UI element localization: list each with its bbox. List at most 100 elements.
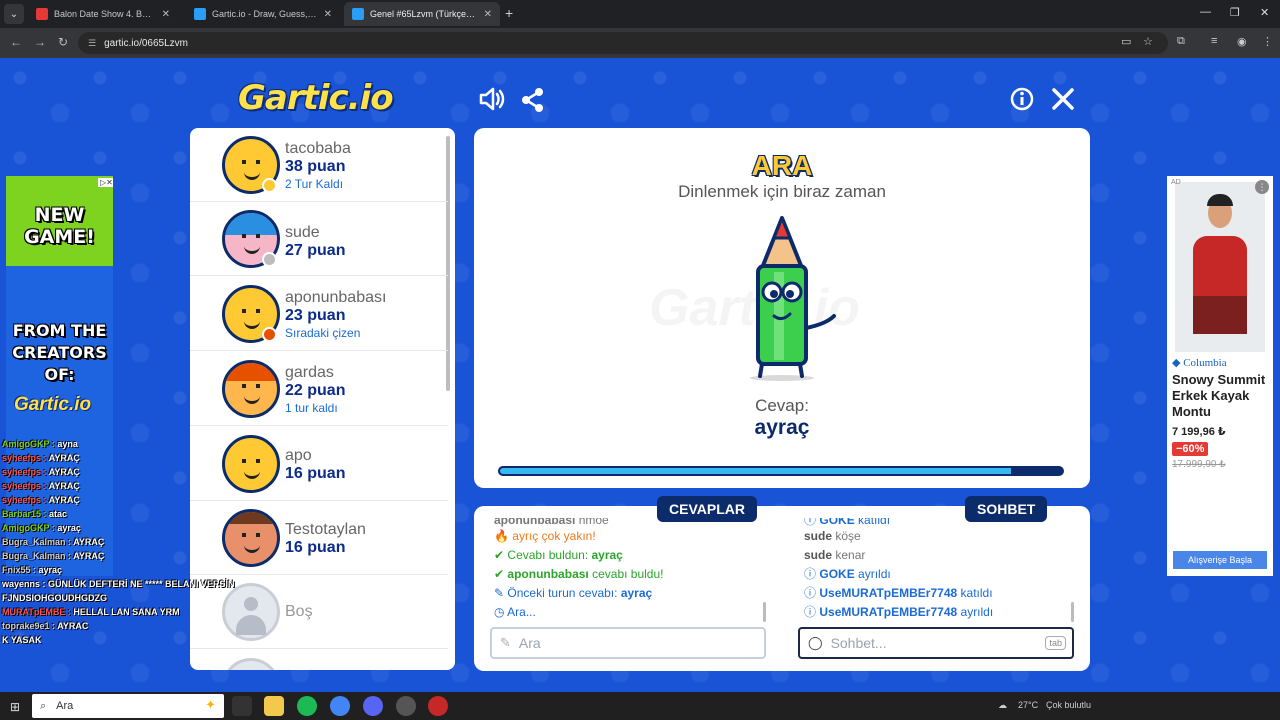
share-icon[interactable] [520, 87, 546, 120]
chat-scrollbar[interactable] [1071, 602, 1074, 622]
stream-chat-line: syheefps : AYRAÇ [2, 453, 80, 463]
close-tab-icon[interactable]: ✕ [324, 9, 332, 20]
browser-tab-strip: ⌄ Balon Date Show 4. Bölüm - Yo ✕ Gartic… [0, 0, 1280, 28]
pencil-mascot-icon [734, 216, 844, 386]
tab-search-icon[interactable]: ⌄ [4, 4, 24, 24]
info-small-icon: ⓘ [804, 518, 817, 527]
stream-chat-line: syheefps : AYRAÇ [2, 467, 80, 477]
list-item: 🔥 ayrıç çok yakın! [494, 529, 596, 543]
gartic-logo: Gartic.io [238, 78, 394, 118]
stage-title: ARA [751, 150, 813, 181]
player-row[interactable]: tacobaba 38 puan 2 Tur Kaldı [190, 128, 448, 202]
url-field[interactable]: ☰ gartic.io/0665Lzvm [78, 32, 1168, 54]
old-price: 17.999,90 ₺ [1172, 459, 1226, 470]
shop-button[interactable]: Alışverişe Başla [1173, 551, 1267, 569]
ad-label: AD [1171, 179, 1181, 186]
chat-bubble-icon: ◯ [808, 635, 823, 650]
discord-icon[interactable] [363, 696, 383, 716]
right-ad-banner[interactable]: AD ⋮ ◆ Columbia Snowy Summit Erkek Kayak… [1167, 176, 1273, 576]
ad-choices-icon[interactable]: ▷✕ [98, 178, 113, 187]
taskbar-search[interactable]: ⌕ Ara ✦ [32, 694, 224, 718]
list-item: ✎ Önceki turun cevabı: ayraç [494, 586, 653, 600]
chat-input[interactable] [830, 635, 1031, 651]
answers-log: aponunbabası hmoe 🔥 ayrıç çok yakın! ✔ C… [494, 518, 764, 622]
windows-start-icon[interactable]: ⊞ [10, 700, 20, 714]
player-row[interactable]: sude 27 puan [190, 202, 448, 276]
menu-icon[interactable]: ⋮ [1262, 35, 1273, 48]
stream-chat-line: syheefps : AYRAÇ [2, 481, 80, 491]
site-info-icon[interactable]: ☰ [88, 38, 96, 49]
weather-text: Çok bulutlu [1046, 700, 1092, 710]
list-item: sude kenar [804, 548, 866, 562]
weather-temp: 27°C [1018, 700, 1039, 710]
sound-icon[interactable] [478, 86, 506, 119]
extensions-icon[interactable]: ⧉ [1177, 35, 1185, 48]
close-game-icon[interactable] [1051, 87, 1075, 118]
status-dot [262, 327, 277, 342]
player-row[interactable]: aponunbabası 23 puan Sıradaki çizen [190, 277, 448, 351]
answer-input-box[interactable]: ✎ [490, 627, 766, 659]
answer-input[interactable] [518, 635, 719, 651]
ad-logo: Gartic.io [14, 394, 92, 415]
info-small-icon: ⓘ [804, 586, 817, 600]
file-explorer-icon[interactable] [264, 696, 284, 716]
stage-subtitle: Dinlenmek için biraz zaman [678, 182, 886, 201]
drawing-stage: ARA Dinlenmek için biraz zaman Gartic.io… [474, 128, 1090, 488]
media-icon[interactable]: ≡ [1211, 35, 1217, 47]
answers-scrollbar[interactable] [763, 602, 766, 622]
browser-tab-1[interactable]: Balon Date Show 4. Bölüm - Yo ✕ [28, 2, 178, 26]
close-tab-icon[interactable]: ✕ [162, 9, 170, 20]
reload-icon[interactable]: ↻ [58, 35, 68, 49]
empty-avatar-icon [222, 658, 280, 670]
ad-subline: FROM THE CREATORS OF: [12, 321, 107, 384]
fire-icon: 🔥 [494, 529, 509, 543]
youtube-favicon-icon [36, 8, 48, 20]
stream-chat-line: syheefps : AYRAÇ [2, 495, 80, 505]
status-dot [262, 252, 277, 267]
restore-icon[interactable]: ❐ [1230, 6, 1240, 19]
new-tab-icon[interactable]: + [505, 5, 513, 21]
bookmark-star-icon[interactable]: ☆ [1143, 35, 1153, 48]
chrome-icon[interactable] [330, 696, 350, 716]
list-item: ⓘ GOKE katıldı [804, 518, 1074, 527]
avatar [222, 360, 280, 418]
info-small-icon: ⓘ [804, 605, 817, 619]
info-icon[interactable] [1010, 87, 1034, 118]
cast-icon[interactable]: ▭ [1121, 35, 1131, 48]
chat-log: ⓘ GOKE katıldı sude köşe sude kenar ⓘ GO… [804, 518, 1074, 622]
address-bar: ← → ↻ ☰ gartic.io/0665Lzvm ▭ ☆ ⧉ ≡ ◉ ⋮ [0, 28, 1280, 58]
list-item: ✔ Cevabı buldun: ayraç [494, 548, 623, 562]
status-dot [262, 178, 277, 193]
forward-icon[interactable]: → [34, 35, 46, 49]
spotify-icon[interactable] [297, 696, 317, 716]
app-icon[interactable] [396, 696, 416, 716]
close-window-icon[interactable]: ✕ [1260, 6, 1269, 19]
chat-input-box[interactable]: ◯ tab [798, 627, 1074, 659]
windows-taskbar: ⊞ ⌕ Ara ✦ ☁ 27°C Çok bulutlu [0, 692, 1280, 720]
info-small-icon: ⓘ [804, 567, 817, 581]
stream-chat-line: AmigoGKP : ayraç [2, 523, 81, 533]
stream-chat-line: wayenns : GÜNLÜK DEFTERİ NE ***** BELANI… [2, 579, 235, 589]
profile-icon[interactable]: ◉ [1237, 35, 1247, 48]
obs-icon[interactable] [428, 696, 448, 716]
gartic-favicon-icon [352, 8, 364, 20]
browser-tab-3[interactable]: Genel #65Lzvm (Türkçe) - G ✕ [344, 2, 500, 26]
player-row[interactable]: gardas 22 puan 1 tur kaldı [190, 352, 448, 426]
list-item: ⓘ GOKE ayrıldı [804, 567, 891, 581]
copilot-sparkle-icon: ✦ [205, 697, 216, 712]
clock-icon: ◷ [494, 605, 505, 619]
minimize-icon[interactable]: — [1200, 6, 1211, 18]
brand-name: ◆ Columbia [1172, 357, 1227, 369]
answer-label: Cevap: [755, 396, 809, 415]
discount-badge: −60% [1172, 442, 1209, 456]
back-icon[interactable]: ← [10, 35, 22, 49]
pencil-input-icon: ✎ [500, 635, 511, 650]
task-view-icon[interactable] [232, 696, 252, 716]
list-item: ◷ Ara... [494, 605, 536, 619]
browser-tab-2[interactable]: Gartic.io - Draw, Guess, WIN ✕ [186, 2, 340, 26]
ad-options-icon[interactable]: ⋮ [1255, 180, 1269, 194]
search-icon: ⌕ [40, 699, 47, 712]
weather-icon[interactable]: ☁ [998, 700, 1007, 711]
empty-player-slot [190, 650, 448, 670]
close-tab-icon[interactable]: ✕ [484, 9, 492, 20]
